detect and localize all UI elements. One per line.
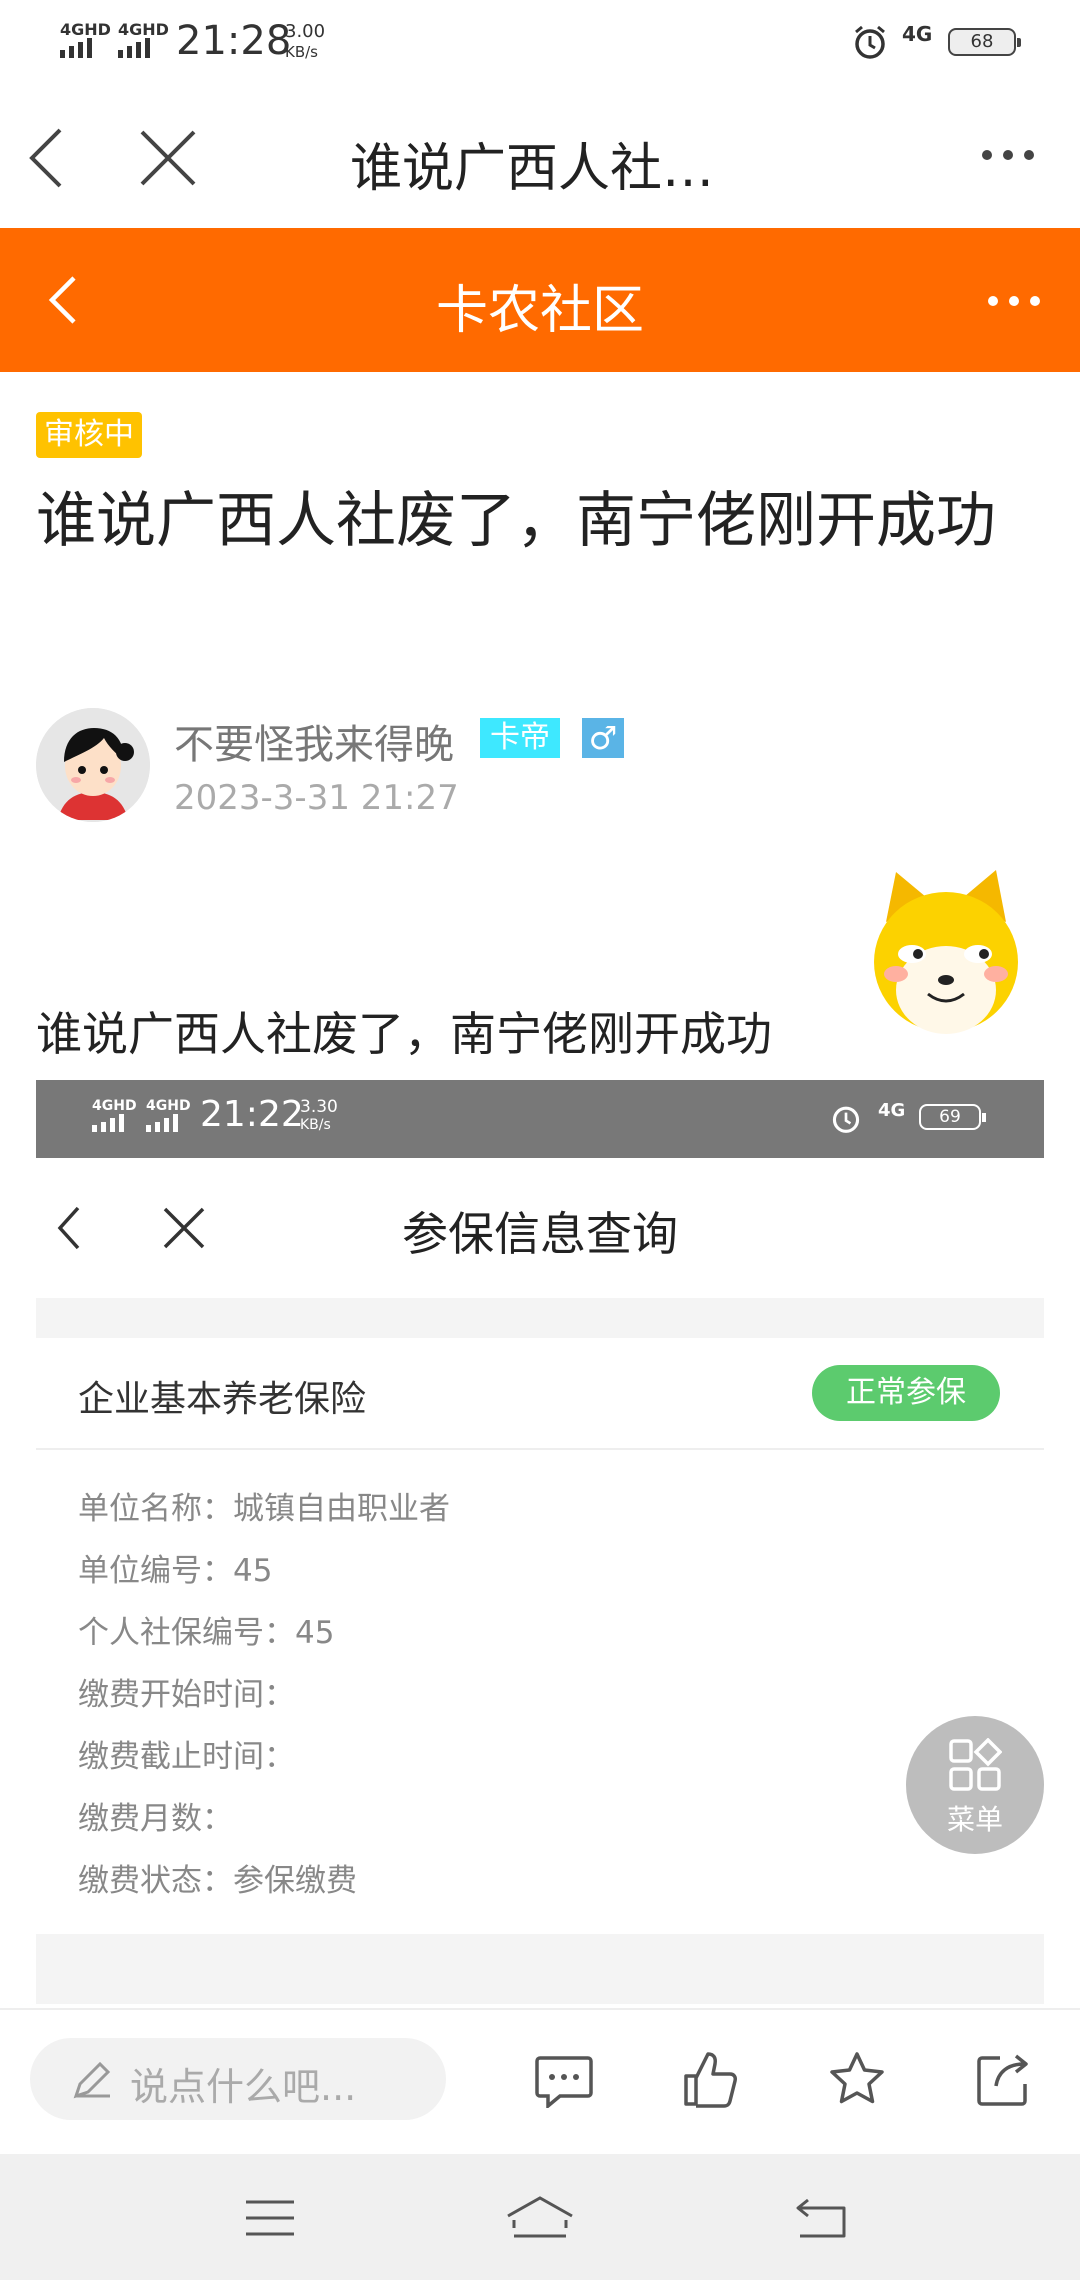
comment-input[interactable]: 说点什么吧... <box>30 2038 446 2120</box>
post-image[interactable]: 4GHD 4GHD 21:22 3.30 KB/s 4G 69 参保信息查询 企… <box>36 1080 1044 2004</box>
image-signal-label-2: 4GHD <box>146 1098 191 1114</box>
app-more-icon[interactable] <box>986 294 1042 308</box>
status-bar: 4GHD 4GHD 21:28 3.00 KB/s 4G 68 <box>0 0 1080 88</box>
field-end-time: 缴费截止时间： <box>78 1739 295 1775</box>
browser-header: 谁说广西人社… <box>0 88 1080 228</box>
field-personal-number: 个人社保编号：45 <box>78 1615 335 1651</box>
net-speed-unit: KB/s <box>285 43 318 61</box>
field-unit-number: 单位编号：45 <box>78 1553 273 1589</box>
author-rank-badge: 卡帝 <box>480 718 560 758</box>
floating-menu-button[interactable]: 菜单 <box>906 1716 1044 1854</box>
pencil-icon <box>73 2061 111 2099</box>
insurance-field-list: 单位名称：城镇自由职业者 单位编号：45 个人社保编号：45 缴费开始时间： 缴… <box>78 1478 450 1912</box>
system-nav-bar <box>0 2154 1080 2280</box>
home-icon[interactable] <box>504 2194 576 2242</box>
image-net-speed-unit: KB/s <box>300 1117 331 1133</box>
field-status: 缴费状态：参保缴费 <box>78 1863 357 1899</box>
image-status-bar: 4GHD 4GHD 21:22 3.30 KB/s 4G 69 <box>36 1080 1044 1158</box>
post-date: 2023-3-31 21:27 <box>174 778 459 818</box>
field-start-time: 缴费开始时间： <box>78 1677 295 1713</box>
image-network-type: 4G <box>878 1100 906 1121</box>
card-divider <box>36 1448 1044 1450</box>
more-icon[interactable] <box>980 148 1036 162</box>
image-net-speed-value: 3.30 <box>300 1097 338 1117</box>
avatar[interactable] <box>36 708 150 822</box>
shiba-sticker-icon <box>874 870 1018 1034</box>
floating-menu-label: 菜单 <box>946 1803 1003 1836</box>
comment-placeholder: 说点什么吧... <box>130 2065 357 2109</box>
battery-icon: 68 <box>948 28 1021 56</box>
author-name[interactable]: 不要怪我来得晚 <box>174 712 454 770</box>
image-bottom-gap <box>36 1934 1044 2004</box>
image-signal-icon-2 <box>146 1114 178 1132</box>
comment-icon[interactable] <box>534 2054 594 2108</box>
browser-title: 谁说广西人社… <box>350 139 715 199</box>
status-time: 21:28 <box>176 18 292 64</box>
signal-label-2: 4GHD <box>118 20 169 39</box>
post-body-text: 谁说广西人社废了，南宁佬刚开成功 <box>36 1007 772 1061</box>
post-title: 谁说广西人社废了，南宁佬刚开成功 <box>36 486 996 556</box>
field-unit-name: 单位名称：城镇自由职业者 <box>78 1491 450 1527</box>
insurance-status-badge: 正常参保 <box>812 1365 1000 1421</box>
net-speed: 3.00 KB/s <box>285 22 325 62</box>
field-months: 缴费月数： <box>78 1801 233 1837</box>
image-net-speed: 3.30 KB/s <box>300 1098 338 1134</box>
image-section-gap <box>36 1298 1044 1338</box>
image-battery-icon: 69 <box>919 1104 986 1130</box>
action-bar: 说点什么吧... <box>0 2008 1080 2154</box>
chevron-left-icon[interactable] <box>26 126 66 190</box>
image-status-time: 21:22 <box>200 1094 304 1135</box>
network-type: 4G <box>902 22 933 46</box>
like-icon[interactable] <box>682 2050 738 2108</box>
star-icon[interactable] <box>828 2050 886 2108</box>
image-page-title: 参保信息查询 <box>402 1207 678 1261</box>
menu-icon[interactable] <box>244 2198 296 2238</box>
review-status-badge: 审核中 <box>36 412 142 458</box>
gender-icon: ♂ <box>582 718 624 758</box>
app-title: 卡农社区 <box>435 281 644 341</box>
image-signal-icon-1 <box>92 1114 124 1132</box>
signal-label-1: 4GHD <box>60 20 111 39</box>
signal-icon-1 <box>60 38 92 58</box>
signal-icon-2 <box>118 38 150 58</box>
image-alarm-icon <box>832 1106 860 1133</box>
image-signal-label-1: 4GHD <box>92 1098 137 1114</box>
alarm-icon <box>855 25 885 59</box>
share-icon[interactable] <box>974 2050 1032 2108</box>
grid-icon <box>949 1738 1002 1791</box>
close-icon[interactable] <box>138 128 198 188</box>
insurance-type-title: 企业基本养老保险 <box>78 1379 367 1420</box>
net-speed-value: 3.00 <box>285 21 326 42</box>
app-header: 卡农社区 <box>0 228 1080 372</box>
back-icon[interactable] <box>794 2196 850 2240</box>
